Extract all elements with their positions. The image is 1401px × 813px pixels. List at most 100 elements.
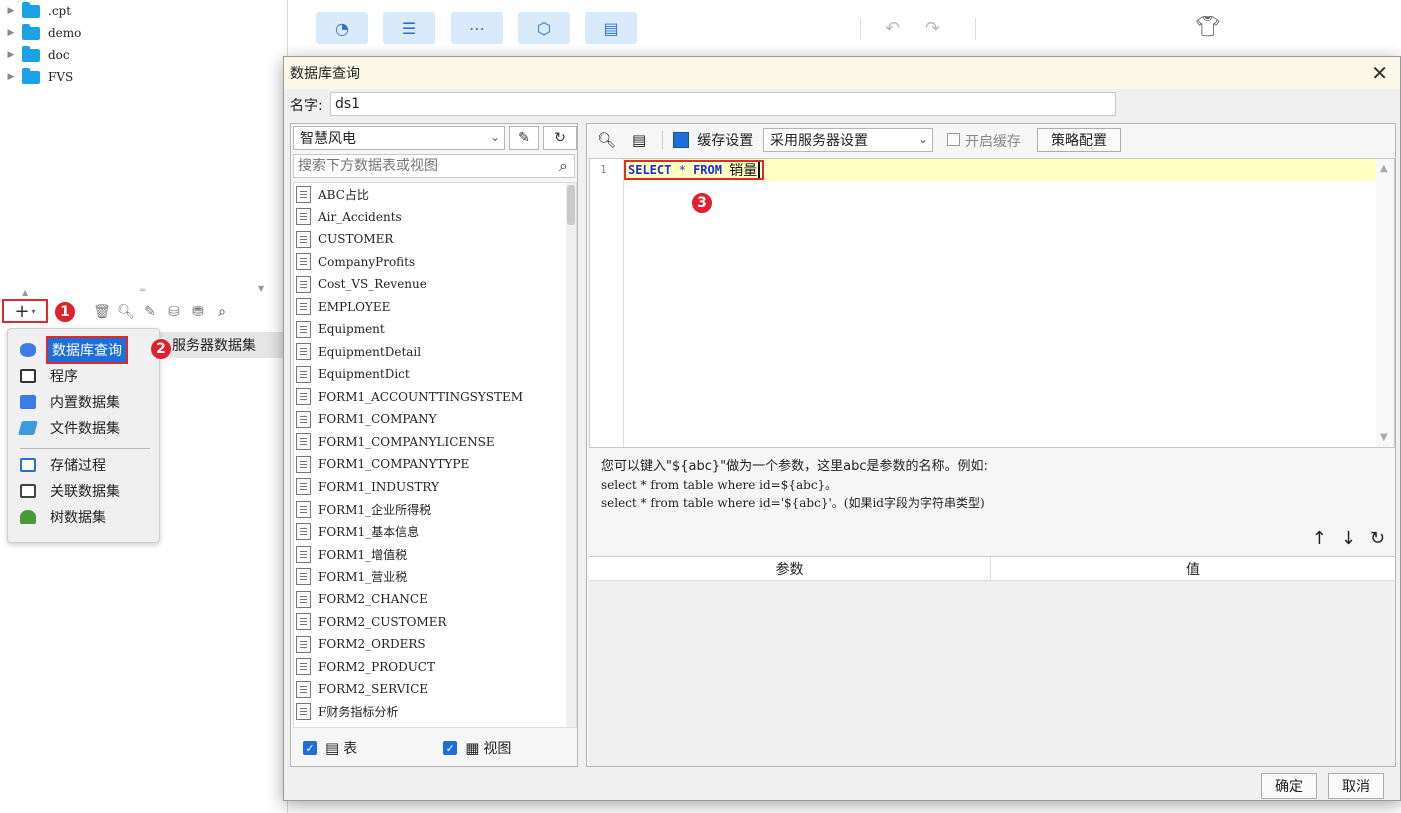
table-list-item[interactable]: CUSTOMER — [294, 228, 576, 251]
table-icon — [296, 185, 311, 203]
table-list-item[interactable]: FORM1_ACCOUNTTINGSYSTEM — [294, 386, 576, 409]
search-icon[interactable]: ⌕ — [210, 301, 234, 323]
table-list-item[interactable]: FORM2_CUSTOMER — [294, 611, 576, 634]
table-icon — [296, 320, 311, 338]
drag-grip-icon[interactable]: ═ — [140, 286, 145, 296]
menu-item-tree-dataset[interactable]: 树数据集 — [8, 504, 159, 530]
sql-statement[interactable]: SELECT * FROM 销量 — [624, 160, 765, 180]
name-input[interactable]: ds1 — [330, 92, 1116, 116]
table-list-item[interactable]: Equipment — [294, 318, 576, 341]
table-list-item[interactable]: FORM1_增值税 — [294, 543, 576, 566]
refresh-icon[interactable]: ↻ — [1370, 528, 1385, 549]
table-list-item[interactable]: EquipmentDict — [294, 363, 576, 386]
move-up-icon[interactable]: ↑ — [1312, 528, 1327, 549]
table-list-item[interactable]: Cost_VS_Revenue — [294, 273, 576, 296]
sql-icon[interactable]: ▤ — [632, 131, 646, 149]
table-list-item[interactable]: FORM2_SERVICE — [294, 678, 576, 701]
table-list-item[interactable]: FORM2_PRODUCT — [294, 656, 576, 679]
split-handle[interactable]: ▲ ═ ▼ — [0, 284, 288, 298]
table-list-item[interactable]: CompanyProfits — [294, 251, 576, 274]
table-list-item[interactable]: FORM1_COMPANYLICENSE — [294, 431, 576, 454]
database-icon[interactable]: ☰ — [383, 12, 435, 44]
column-header-parameter[interactable]: 参数 — [589, 557, 991, 580]
menu-item-file-dataset[interactable]: 文件数据集 — [8, 415, 159, 441]
close-icon[interactable]: ✕ — [1371, 61, 1388, 85]
table-search-field[interactable]: ⌕ — [293, 154, 575, 178]
table-filter-footer: ✓ ▤ 表 ✓ ▦ 视图 — [291, 730, 577, 766]
show-views-checkbox[interactable]: ✓ — [443, 741, 458, 755]
cache-icon[interactable] — [673, 132, 690, 148]
refresh-button[interactable]: ↻ — [543, 126, 577, 150]
cache-mode-select[interactable]: 采用服务器设置 ⌄ — [763, 128, 933, 152]
table-search-input[interactable] — [298, 158, 538, 174]
table-list-item[interactable]: FORM1_INDUSTRY — [294, 476, 576, 499]
edit-connection-button[interactable]: ✎ — [509, 126, 539, 150]
table-list-scrollbar[interactable] — [566, 183, 576, 727]
menu-item-database-query[interactable]: 数据库查询 — [8, 336, 159, 364]
database-add-icon[interactable]: ⛁ — [162, 301, 186, 323]
table-list-item[interactable]: ABC占比 — [294, 183, 576, 206]
expand-arrow-icon[interactable]: ▶ — [0, 50, 22, 60]
delete-icon[interactable]: 🗑 — [90, 301, 114, 323]
scroll-down-icon[interactable]: ▼ — [1380, 432, 1388, 443]
database-select[interactable]: 智慧风电 ⌄ — [293, 126, 505, 150]
scroll-up-icon[interactable]: ▲ — [1380, 163, 1388, 174]
tree-item[interactable]: ▶ demo — [0, 22, 288, 44]
database-settings-icon[interactable]: ⛃ — [186, 301, 210, 323]
undo-icon[interactable]: ↶ — [885, 18, 900, 39]
table-icon — [296, 388, 311, 406]
table-list-item[interactable]: FORM1_基本信息 — [294, 521, 576, 544]
tree-item[interactable]: ▶ FVS — [0, 66, 288, 88]
menu-item-builtin-dataset[interactable]: 内置数据集 — [8, 389, 159, 415]
menu-item-relation-dataset[interactable]: 关联数据集 — [8, 478, 159, 504]
table-list-item[interactable]: FORM1_营业税 — [294, 566, 576, 589]
menu-item-label: 内置数据集 — [50, 395, 120, 411]
table-list-item[interactable]: FORM2_CHANCE — [294, 588, 576, 611]
table-list-item[interactable]: FORM1_COMPANY — [294, 408, 576, 431]
menu-item-program[interactable]: 程序 — [8, 363, 159, 389]
table-list-item[interactable]: FORM1_COMPANYTYPE — [294, 453, 576, 476]
add-dataset-button[interactable]: + ▾ — [2, 299, 48, 323]
enable-cache-checkbox[interactable] — [947, 133, 960, 146]
hint-line: 您可以键入"${abc}"做为一个参数，这里abc是参数的名称。例如: — [601, 459, 988, 474]
cancel-button[interactable]: 取消 — [1328, 773, 1384, 799]
tree-item-label: demo — [48, 26, 82, 40]
expand-arrow-icon[interactable]: ▶ — [0, 28, 22, 38]
collapse-up-icon[interactable]: ▲ — [22, 288, 28, 297]
strategy-config-button[interactable]: 策略配置 — [1037, 128, 1121, 152]
preview-icon[interactable]: 🔍︎ — [597, 131, 616, 149]
table-list-item[interactable]: EMPLOYEE — [294, 296, 576, 319]
table-icon — [296, 613, 311, 631]
preview-icon[interactable]: 🔍︎ — [114, 301, 138, 323]
more-icon[interactable]: ⋯ — [451, 12, 503, 44]
redo-icon[interactable]: ↷ — [925, 18, 940, 39]
editor-scrollbar[interactable]: ▲ ▼ — [1376, 159, 1394, 447]
ok-button[interactable]: 确定 — [1261, 773, 1317, 799]
theme-icon[interactable]: 👕︎ — [1195, 14, 1220, 38]
view-icon: ▦ — [465, 739, 480, 757]
table-list-item[interactable]: F财务指标分析 — [294, 701, 576, 724]
scrollbar-thumb[interactable] — [567, 185, 575, 225]
expand-arrow-icon[interactable]: ▶ — [0, 72, 22, 82]
tree-item[interactable]: ▶ .cpt — [0, 0, 288, 22]
tree-item[interactable]: ▶ doc — [0, 44, 288, 66]
column-header-value[interactable]: 值 — [991, 557, 1395, 580]
edit-dataset-icon[interactable]: ✎ — [138, 301, 162, 323]
table-list-item[interactable]: Air_Accidents — [294, 206, 576, 229]
table-list-item[interactable]: EquipmentDetail — [294, 341, 576, 364]
cube-icon[interactable]: ⬡ — [518, 12, 570, 44]
search-icon[interactable]: ⌕ — [559, 156, 568, 176]
archive-icon[interactable]: ▤ — [585, 12, 637, 44]
table-list-item[interactable]: FORM1_企业所得税 — [294, 498, 576, 521]
relation-dataset-icon — [20, 484, 36, 498]
move-down-icon[interactable]: ↓ — [1341, 528, 1356, 549]
expand-arrow-icon[interactable]: ▶ — [0, 6, 22, 16]
show-tables-checkbox[interactable]: ✓ — [303, 741, 317, 755]
table-name: FORM2_PRODUCT — [318, 659, 435, 674]
collapse-down-icon[interactable]: ▼ — [258, 284, 264, 293]
table-name: FORM1_COMPANYLICENSE — [318, 434, 495, 449]
menu-item-stored-procedure[interactable]: 存储过程 — [8, 452, 159, 478]
chart-icon[interactable]: ◔ — [316, 12, 368, 44]
table-list-item[interactable]: FORM2_ORDERS — [294, 633, 576, 656]
server-dataset-item[interactable]: 服务器数据集 — [160, 332, 288, 358]
